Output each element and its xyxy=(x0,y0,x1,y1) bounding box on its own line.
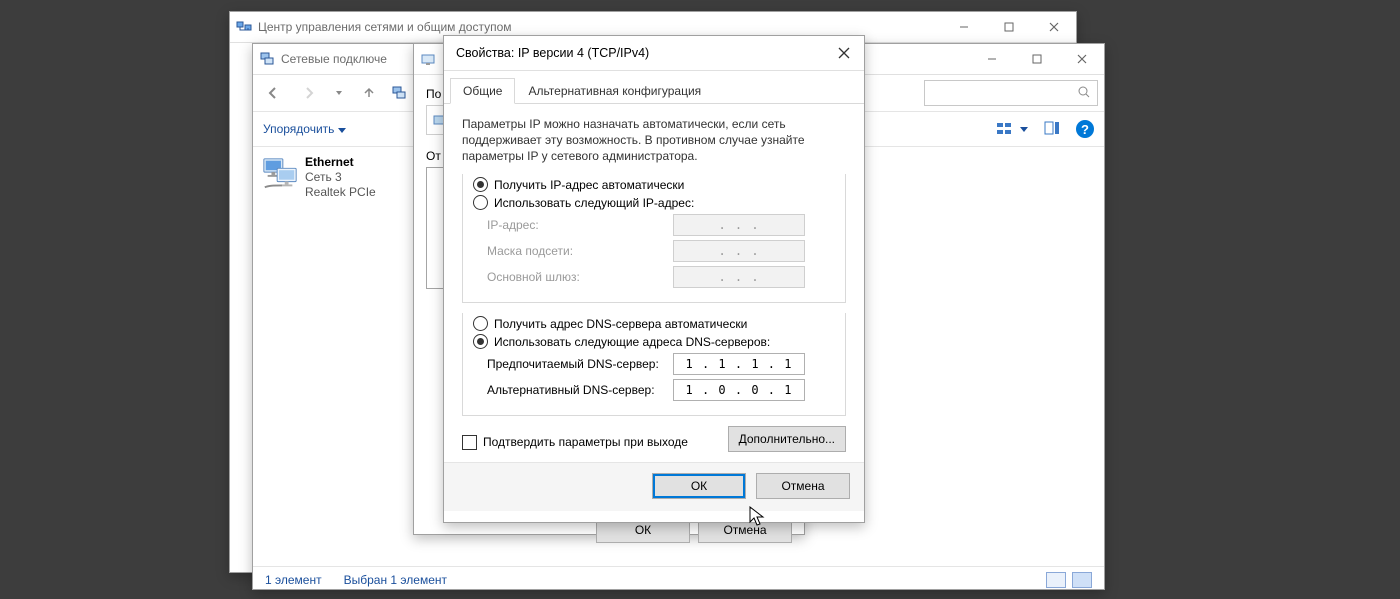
ip-address-input: . . . xyxy=(673,214,805,236)
description-text: Параметры IP можно назначать автоматичес… xyxy=(462,116,846,164)
preferred-dns-input[interactable]: 1 . 1 . 1 . 1 xyxy=(673,353,805,375)
advanced-button[interactable]: Дополнительно... xyxy=(728,426,846,452)
status-selected-count: Выбран 1 элемент xyxy=(344,573,447,587)
radio-dns-manual[interactable]: Использовать следующие адреса DNS-сервер… xyxy=(473,334,835,349)
tab-general-body: Параметры IP можно назначать автоматичес… xyxy=(444,104,864,462)
tab-strip: Общие Альтернативная конфигурация xyxy=(444,71,864,104)
connection-adapter: Realtek PCIe xyxy=(305,185,376,200)
subnet-mask-input: . . . xyxy=(673,240,805,262)
titlebar[interactable]: Свойства: IP версии 4 (TCP/IPv4) xyxy=(444,36,864,71)
status-item-count: 1 элемент xyxy=(265,573,322,587)
dialog-title: Свойства: IP версии 4 (TCP/IPv4) xyxy=(450,46,824,60)
network-connections-icon xyxy=(259,51,275,67)
validate-on-exit-checkbox[interactable]: Подтвердить параметры при выходе xyxy=(462,435,688,450)
radio-ip-manual[interactable]: Использовать следующий IP-адрес: xyxy=(473,195,835,210)
nav-forward-button[interactable] xyxy=(295,79,323,107)
nav-recent-dropdown[interactable] xyxy=(331,79,347,107)
radio-icon xyxy=(473,316,488,331)
nav-up-button[interactable] xyxy=(355,79,383,107)
view-options-button[interactable] xyxy=(996,121,1028,137)
ipv4-properties-dialog: Свойства: IP версии 4 (TCP/IPv4) Общие А… xyxy=(443,35,865,523)
status-bar: 1 элемент Выбран 1 элемент xyxy=(253,566,1104,593)
field-default-gateway: Основной шлюз: . . . xyxy=(487,266,835,288)
search-input[interactable] xyxy=(924,80,1098,106)
minimize-button[interactable] xyxy=(969,44,1014,74)
ok-button[interactable]: ОК xyxy=(652,473,746,499)
ip-address-group: Получить IP-адрес автоматически Использо… xyxy=(462,174,846,303)
view-details-button[interactable] xyxy=(1046,572,1066,588)
maximize-button[interactable] xyxy=(1014,44,1059,74)
nav-back-button[interactable] xyxy=(259,79,287,107)
radio-icon xyxy=(473,334,488,349)
preview-pane-button[interactable] xyxy=(1044,120,1060,139)
tab-general[interactable]: Общие xyxy=(450,78,515,104)
default-gateway-input: . . . xyxy=(673,266,805,288)
connection-network: Сеть 3 xyxy=(305,170,376,185)
adapter-icon xyxy=(420,51,436,67)
alternate-dns-input[interactable]: 1 . 0 . 0 . 1 xyxy=(673,379,805,401)
connection-name: Ethernet xyxy=(305,155,376,170)
view-large-button[interactable] xyxy=(1072,572,1092,588)
connection-item-ethernet[interactable]: Ethernet Сеть 3 Realtek PCIe xyxy=(261,155,421,558)
radio-ip-auto[interactable]: Получить IP-адрес автоматически xyxy=(473,177,835,192)
network-connections-icon xyxy=(391,85,407,101)
maximize-button[interactable] xyxy=(986,12,1031,42)
close-button[interactable] xyxy=(1031,12,1076,42)
radio-icon xyxy=(473,195,488,210)
search-icon xyxy=(1077,85,1091,102)
network-center-icon xyxy=(236,19,252,35)
close-button[interactable] xyxy=(824,36,864,70)
tab-alternate[interactable]: Альтернативная конфигурация xyxy=(515,78,714,104)
dialog-button-row: ОК Отмена xyxy=(444,462,864,511)
field-ip-address: IP-адрес: . . . xyxy=(487,214,835,236)
cancel-button[interactable]: Отмена xyxy=(756,473,850,499)
field-preferred-dns: Предпочитаемый DNS-сервер: 1 . 1 . 1 . 1 xyxy=(487,353,835,375)
help-button[interactable]: ? xyxy=(1076,120,1094,138)
field-subnet-mask: Маска подсети: . . . xyxy=(487,240,835,262)
close-button[interactable] xyxy=(1059,44,1104,74)
dns-group: Получить адрес DNS-сервера автоматически… xyxy=(462,313,846,416)
checkbox-icon xyxy=(462,435,477,450)
radio-dns-auto[interactable]: Получить адрес DNS-сервера автоматически xyxy=(473,316,835,331)
ethernet-icon xyxy=(261,155,299,196)
radio-icon xyxy=(473,177,488,192)
organize-menu[interactable]: Упорядочить xyxy=(263,122,346,136)
field-alternate-dns: Альтернативный DNS-сервер: 1 . 0 . 0 . 1 xyxy=(487,379,835,401)
minimize-button[interactable] xyxy=(941,12,986,42)
window-title: Центр управления сетями и общим доступом xyxy=(252,20,941,34)
